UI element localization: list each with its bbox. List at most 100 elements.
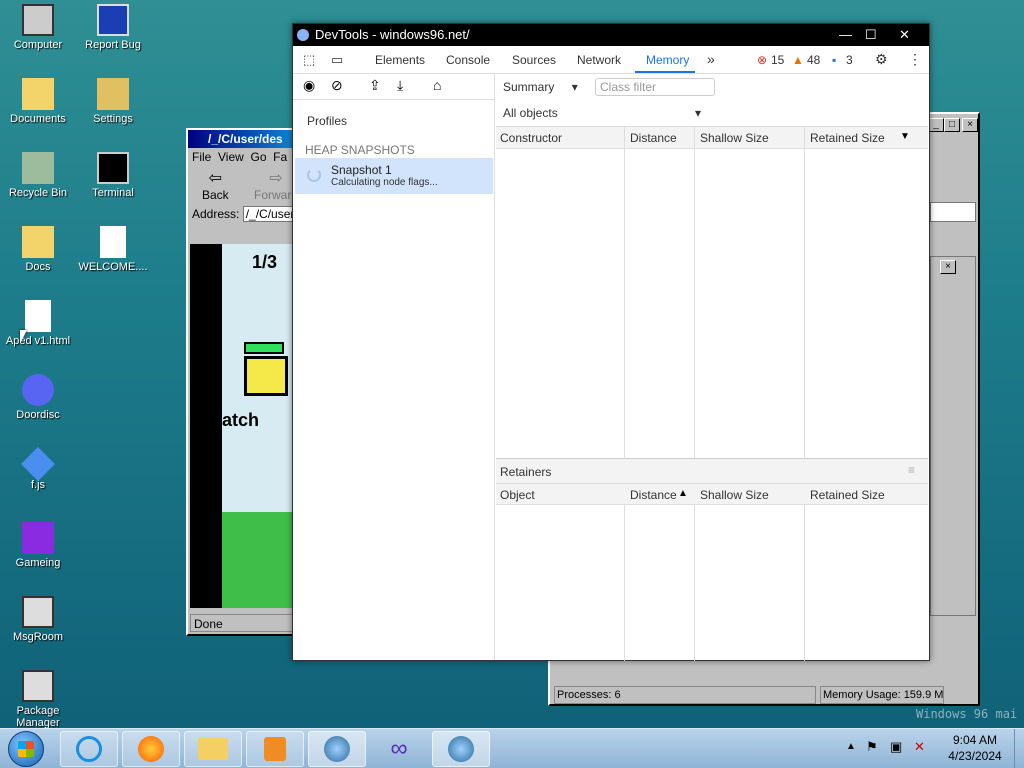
col-constructor[interactable]: Constructor (500, 131, 562, 145)
desktop-icon-doordisc[interactable]: Doordisc (0, 374, 76, 421)
desktop-icon-aped[interactable]: Aped v1.html (0, 300, 76, 347)
all-objects-select[interactable]: All objects ▾ (503, 106, 707, 120)
menu-view[interactable]: View (218, 150, 244, 164)
terminal-icon (97, 152, 129, 184)
rcol-shallow-size[interactable]: Shallow Size (700, 488, 769, 502)
rcol-distance[interactable]: Distance (630, 488, 677, 502)
col-distance[interactable]: Distance (630, 131, 677, 145)
rcol-retained-size[interactable]: Retained Size (810, 488, 885, 502)
warning-icon[interactable]: ▲ (792, 53, 804, 67)
menu-file[interactable]: File (192, 150, 211, 164)
dt-maximize-button[interactable]: ☐ (865, 24, 877, 46)
tm-inner-close-button[interactable]: × (940, 260, 956, 274)
devtools-titlebar[interactable]: DevTools - windows96.net/ — ☐ ✕ (293, 24, 929, 46)
desktop-icon-welcome[interactable]: WELCOME.... (75, 226, 151, 273)
html-file-icon (25, 300, 51, 332)
folder-icon (22, 226, 54, 258)
sort-asc-icon: ▲ (678, 488, 688, 499)
tab-elements[interactable]: Elements (375, 53, 425, 67)
tm-maximize-button[interactable]: □ (944, 118, 960, 132)
desktop-icon-fjs[interactable]: f.js (0, 447, 76, 491)
hat-sprite (244, 342, 284, 354)
desktop-icon-settings[interactable]: Settings (75, 78, 151, 125)
column-divider (694, 127, 695, 459)
class-filter-input[interactable]: Class filter (595, 78, 715, 96)
snapshot-item[interactable]: Snapshot 1 Calculating node flags... (295, 158, 493, 194)
game-text: atch (222, 410, 260, 430)
upload-icon[interactable]: ⇪ (369, 77, 381, 94)
clock[interactable]: 9:04 AM 4/23/2024 (942, 733, 1008, 763)
device-toolbar-icon[interactable]: ▭ (331, 52, 343, 68)
tm-inner-panel (930, 256, 976, 616)
desktop-icon-terminal[interactable]: Terminal (75, 152, 151, 199)
dt-close-button[interactable]: ✕ (899, 24, 910, 46)
tab-memory[interactable]: Memory (646, 53, 689, 67)
network-icon[interactable]: ▣ (890, 739, 902, 755)
taskbar-firefox-button[interactable] (122, 731, 180, 767)
taskbar-explorer-button[interactable] (184, 731, 242, 767)
desktop-icon-package-manager[interactable]: Package Manager (0, 670, 76, 729)
tab-network[interactable]: Network (577, 53, 621, 67)
game-viewport[interactable]: 1/3 atch (190, 244, 294, 608)
back-button[interactable]: ⇦ Back (202, 168, 229, 202)
drag-handle-icon[interactable]: ≡ (908, 463, 915, 477)
game-area: 1/3 atch (222, 244, 294, 608)
desktop-icon-recycle-bin[interactable]: Recycle Bin (0, 152, 76, 199)
col-shallow-size[interactable]: Shallow Size (700, 131, 769, 145)
tm-minimize-button[interactable]: _ (928, 118, 944, 132)
tm-close-button[interactable]: × (962, 118, 978, 132)
browser-toolbar: ⇦ Back ⇨ Forward (188, 166, 294, 204)
desktop-icon-computer[interactable]: Computer (0, 4, 76, 51)
recycle-bin-icon (22, 152, 54, 184)
rcol-object[interactable]: Object (500, 488, 535, 502)
devtools-window[interactable]: DevTools - windows96.net/ — ☐ ✕ ⬚ ▭ Elem… (292, 23, 930, 661)
heap-snapshots-header: HEAP SNAPSHOTS (305, 143, 415, 157)
browser-titlebar[interactable]: /_/C/user/des (188, 130, 294, 148)
forward-button[interactable]: ⇨ Forward (254, 168, 294, 202)
taskbar-browser-button[interactable] (308, 731, 366, 767)
loading-spinner-icon (307, 168, 321, 182)
download-icon[interactable]: ⤓ (397, 77, 403, 94)
message-icon[interactable]: ▪ (832, 53, 836, 67)
browser-window[interactable]: /_/C/user/des File View Go Fa ⇦ Back ⇨ For… (186, 128, 296, 636)
record-icon[interactable]: ◉ (303, 77, 315, 94)
constructor-header: Constructor Distance Shallow Size Retain… (496, 127, 928, 149)
desktop-icon-documents[interactable]: Documents (0, 78, 76, 125)
desktop-icon-msgroom[interactable]: MsgRoom (0, 596, 76, 643)
desktop-icon-report-bug[interactable]: Report Bug (75, 4, 151, 51)
show-desktop-button[interactable] (1014, 729, 1024, 768)
taskbar-visualstudio-button[interactable]: ∞ (370, 731, 428, 767)
collect-garbage-icon[interactable]: ⌂ (433, 77, 441, 93)
address-input[interactable]: /_/C/user (242, 206, 294, 222)
taskbar-devtools-button[interactable] (432, 731, 490, 767)
kebab-menu-icon[interactable]: ⋮ (908, 51, 922, 68)
volume-muted-icon[interactable]: ✕ (914, 739, 925, 755)
start-logo-icon (18, 741, 34, 757)
tab-console[interactable]: Console (446, 53, 490, 67)
show-hidden-icons-icon[interactable]: ▲ (846, 741, 856, 752)
action-center-flag-icon[interactable]: ⚑ (866, 739, 878, 755)
desktop-icon-gameing[interactable]: Gameing (0, 522, 76, 569)
summary-select[interactable]: Summary ▾ (503, 80, 578, 94)
clear-icon[interactable]: ⊘ (331, 77, 343, 94)
internet-explorer-icon (76, 736, 102, 762)
menu-favorites[interactable]: Fa (273, 150, 287, 164)
menu-go[interactable]: Go (250, 150, 266, 164)
infinity-icon: ∞ (390, 735, 408, 762)
tm-field[interactable] (930, 202, 976, 222)
more-tabs-icon[interactable]: » (707, 51, 715, 67)
dt-minimize-button[interactable]: — (839, 24, 852, 46)
dropdown-arrow-icon: ▾ (571, 80, 578, 94)
col-retained-size[interactable]: Retained Size (810, 131, 885, 145)
game-ground (222, 512, 294, 608)
settings-gear-icon[interactable]: ⚙ (875, 51, 888, 68)
inspect-icon[interactable]: ⬚ (303, 52, 315, 68)
constructor-table: Constructor Distance Shallow Size Retain… (496, 126, 928, 459)
taskbar-media-button[interactable] (246, 731, 304, 767)
desktop-icon-docs[interactable]: Docs (0, 226, 76, 273)
taskbar-ie-button[interactable] (60, 731, 118, 767)
tab-sources[interactable]: Sources (512, 53, 556, 67)
error-icon[interactable]: ⊗ (757, 53, 767, 67)
computer-icon (22, 4, 54, 36)
tm-memory: Memory Usage: 159.9 MB (820, 686, 944, 704)
